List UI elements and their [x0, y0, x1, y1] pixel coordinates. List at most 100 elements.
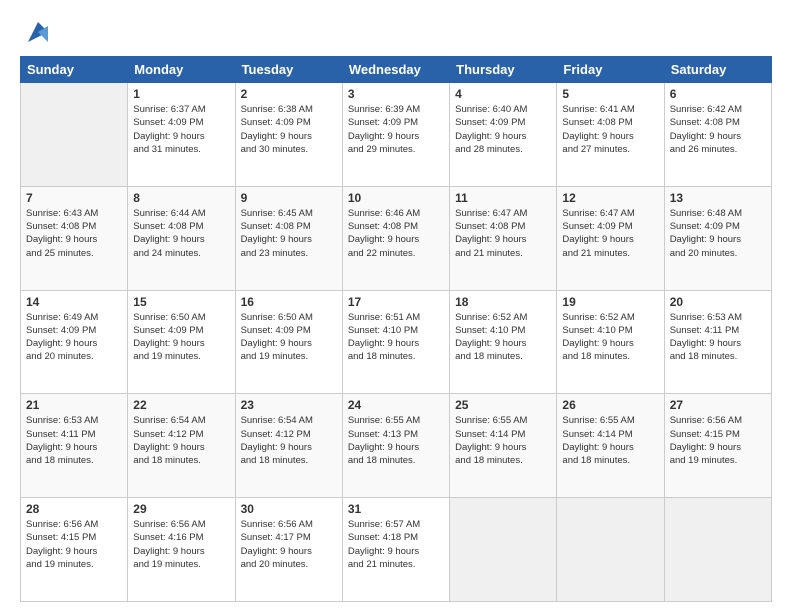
- day-number: 9: [241, 191, 337, 205]
- day-info: Sunrise: 6:48 AM Sunset: 4:09 PM Dayligh…: [670, 207, 766, 260]
- day-number: 31: [348, 502, 444, 516]
- calendar-cell: 8Sunrise: 6:44 AM Sunset: 4:08 PM Daylig…: [128, 186, 235, 290]
- day-info: Sunrise: 6:42 AM Sunset: 4:08 PM Dayligh…: [670, 103, 766, 156]
- calendar-cell: 22Sunrise: 6:54 AM Sunset: 4:12 PM Dayli…: [128, 394, 235, 498]
- calendar-cell: [450, 498, 557, 602]
- day-number: 10: [348, 191, 444, 205]
- weekday-header: Tuesday: [235, 57, 342, 83]
- day-info: Sunrise: 6:38 AM Sunset: 4:09 PM Dayligh…: [241, 103, 337, 156]
- day-info: Sunrise: 6:54 AM Sunset: 4:12 PM Dayligh…: [241, 414, 337, 467]
- day-number: 28: [26, 502, 122, 516]
- day-info: Sunrise: 6:39 AM Sunset: 4:09 PM Dayligh…: [348, 103, 444, 156]
- calendar-cell: 7 Sunrise: 6:43 AM Sunset: 4:08 PM Daylig…: [21, 186, 128, 290]
- day-number: 12: [562, 191, 658, 205]
- day-info: Sunrise: 6:56 AM Sunset: 4:16 PM Dayligh…: [133, 518, 229, 571]
- calendar-cell: 15 Sunrise: 6:50 AM Sunset: 4:09 PM Dayli…: [128, 290, 235, 394]
- day-info: Sunrise: 6:47 AM Sunset: 4:09 PM Dayligh…: [562, 207, 658, 260]
- calendar-week-row: 7 Sunrise: 6:43 AM Sunset: 4:08 PM Daylig…: [21, 186, 772, 290]
- calendar-cell: 14Sunrise: 6:49 AM Sunset: 4:09 PM Dayli…: [21, 290, 128, 394]
- calendar-cell: 4 Sunrise: 6:40 AM Sunset: 4:09 PM Daylig…: [450, 83, 557, 187]
- day-number: 25: [455, 398, 551, 412]
- calendar-cell: 27 Sunrise: 6:56 AM Sunset: 4:15 PM Dayli…: [664, 394, 771, 498]
- day-number: 18: [455, 295, 551, 309]
- day-number: 30: [241, 502, 337, 516]
- calendar-cell: 9 Sunrise: 6:45 AM Sunset: 4:08 PM Daylig…: [235, 186, 342, 290]
- weekday-header: Wednesday: [342, 57, 449, 83]
- day-number: 16: [241, 295, 337, 309]
- calendar-cell: 3 Sunrise: 6:39 AM Sunset: 4:09 PM Daylig…: [342, 83, 449, 187]
- calendar-cell: 13Sunrise: 6:48 AM Sunset: 4:09 PM Dayli…: [664, 186, 771, 290]
- day-info: Sunrise: 6:40 AM Sunset: 4:09 PM Dayligh…: [455, 103, 551, 156]
- calendar-cell: 11 Sunrise: 6:47 AM Sunset: 4:08 PM Dayli…: [450, 186, 557, 290]
- day-info: Sunrise: 6:37 AM Sunset: 4:09 PM Dayligh…: [133, 103, 229, 156]
- day-number: 8: [133, 191, 229, 205]
- calendar-week-row: 14Sunrise: 6:49 AM Sunset: 4:09 PM Dayli…: [21, 290, 772, 394]
- day-info: Sunrise: 6:46 AM Sunset: 4:08 PM Dayligh…: [348, 207, 444, 260]
- header: [20, 18, 772, 46]
- calendar-cell: 20Sunrise: 6:53 AM Sunset: 4:11 PM Dayli…: [664, 290, 771, 394]
- calendar-cell: [21, 83, 128, 187]
- day-info: Sunrise: 6:50 AM Sunset: 4:09 PM Dayligh…: [133, 311, 229, 364]
- weekday-header: Friday: [557, 57, 664, 83]
- calendar-cell: 2 Sunrise: 6:38 AM Sunset: 4:09 PM Daylig…: [235, 83, 342, 187]
- day-info: Sunrise: 6:52 AM Sunset: 4:10 PM Dayligh…: [562, 311, 658, 364]
- day-info: Sunrise: 6:47 AM Sunset: 4:08 PM Dayligh…: [455, 207, 551, 260]
- day-number: 20: [670, 295, 766, 309]
- day-number: 2: [241, 87, 337, 101]
- day-info: Sunrise: 6:56 AM Sunset: 4:17 PM Dayligh…: [241, 518, 337, 571]
- calendar-cell: 17 Sunrise: 6:51 AM Sunset: 4:10 PM Dayli…: [342, 290, 449, 394]
- calendar-cell: 25 Sunrise: 6:55 AM Sunset: 4:14 PM Dayli…: [450, 394, 557, 498]
- day-number: 29: [133, 502, 229, 516]
- day-number: 3: [348, 87, 444, 101]
- calendar-cell: 24Sunrise: 6:55 AM Sunset: 4:13 PM Dayli…: [342, 394, 449, 498]
- calendar-cell: 31 Sunrise: 6:57 AM Sunset: 4:18 PM Dayli…: [342, 498, 449, 602]
- day-number: 11: [455, 191, 551, 205]
- day-info: Sunrise: 6:53 AM Sunset: 4:11 PM Dayligh…: [26, 414, 122, 467]
- calendar-cell: 5 Sunrise: 6:41 AM Sunset: 4:08 PM Daylig…: [557, 83, 664, 187]
- day-number: 22: [133, 398, 229, 412]
- calendar-cell: 28Sunrise: 6:56 AM Sunset: 4:15 PM Dayli…: [21, 498, 128, 602]
- weekday-header: Thursday: [450, 57, 557, 83]
- day-info: Sunrise: 6:43 AM Sunset: 4:08 PM Dayligh…: [26, 207, 122, 260]
- day-number: 21: [26, 398, 122, 412]
- logo-icon: [24, 18, 52, 46]
- weekday-header: Sunday: [21, 57, 128, 83]
- day-info: Sunrise: 6:41 AM Sunset: 4:08 PM Dayligh…: [562, 103, 658, 156]
- day-number: 24: [348, 398, 444, 412]
- calendar-cell: 26 Sunrise: 6:55 AM Sunset: 4:14 PM Dayli…: [557, 394, 664, 498]
- day-info: Sunrise: 6:51 AM Sunset: 4:10 PM Dayligh…: [348, 311, 444, 364]
- day-number: 19: [562, 295, 658, 309]
- day-number: 17: [348, 295, 444, 309]
- calendar-cell: 1 Sunrise: 6:37 AM Sunset: 4:09 PM Daylig…: [128, 83, 235, 187]
- calendar-table: SundayMondayTuesdayWednesdayThursdayFrid…: [20, 56, 772, 602]
- day-info: Sunrise: 6:50 AM Sunset: 4:09 PM Dayligh…: [241, 311, 337, 364]
- calendar-week-row: 1 Sunrise: 6:37 AM Sunset: 4:09 PM Daylig…: [21, 83, 772, 187]
- day-number: 6: [670, 87, 766, 101]
- day-number: 27: [670, 398, 766, 412]
- calendar-cell: 23Sunrise: 6:54 AM Sunset: 4:12 PM Dayli…: [235, 394, 342, 498]
- day-info: Sunrise: 6:55 AM Sunset: 4:14 PM Dayligh…: [562, 414, 658, 467]
- day-number: 4: [455, 87, 551, 101]
- weekday-header: Saturday: [664, 57, 771, 83]
- calendar-cell: 21 Sunrise: 6:53 AM Sunset: 4:11 PM Dayli…: [21, 394, 128, 498]
- page: SundayMondayTuesdayWednesdayThursdayFrid…: [0, 0, 792, 612]
- day-info: Sunrise: 6:55 AM Sunset: 4:14 PM Dayligh…: [455, 414, 551, 467]
- day-number: 26: [562, 398, 658, 412]
- weekday-header: Monday: [128, 57, 235, 83]
- day-number: 7: [26, 191, 122, 205]
- calendar-cell: [557, 498, 664, 602]
- day-number: 5: [562, 87, 658, 101]
- calendar-week-row: 21 Sunrise: 6:53 AM Sunset: 4:11 PM Dayli…: [21, 394, 772, 498]
- day-info: Sunrise: 6:56 AM Sunset: 4:15 PM Dayligh…: [670, 414, 766, 467]
- calendar-cell: 29 Sunrise: 6:56 AM Sunset: 4:16 PM Dayli…: [128, 498, 235, 602]
- day-info: Sunrise: 6:45 AM Sunset: 4:08 PM Dayligh…: [241, 207, 337, 260]
- day-info: Sunrise: 6:52 AM Sunset: 4:10 PM Dayligh…: [455, 311, 551, 364]
- day-number: 1: [133, 87, 229, 101]
- day-number: 15: [133, 295, 229, 309]
- day-info: Sunrise: 6:57 AM Sunset: 4:18 PM Dayligh…: [348, 518, 444, 571]
- calendar-cell: 6 Sunrise: 6:42 AM Sunset: 4:08 PM Daylig…: [664, 83, 771, 187]
- calendar-cell: 12 Sunrise: 6:47 AM Sunset: 4:09 PM Dayli…: [557, 186, 664, 290]
- day-info: Sunrise: 6:49 AM Sunset: 4:09 PM Dayligh…: [26, 311, 122, 364]
- calendar-cell: 10 Sunrise: 6:46 AM Sunset: 4:08 PM Dayli…: [342, 186, 449, 290]
- calendar-cell: [664, 498, 771, 602]
